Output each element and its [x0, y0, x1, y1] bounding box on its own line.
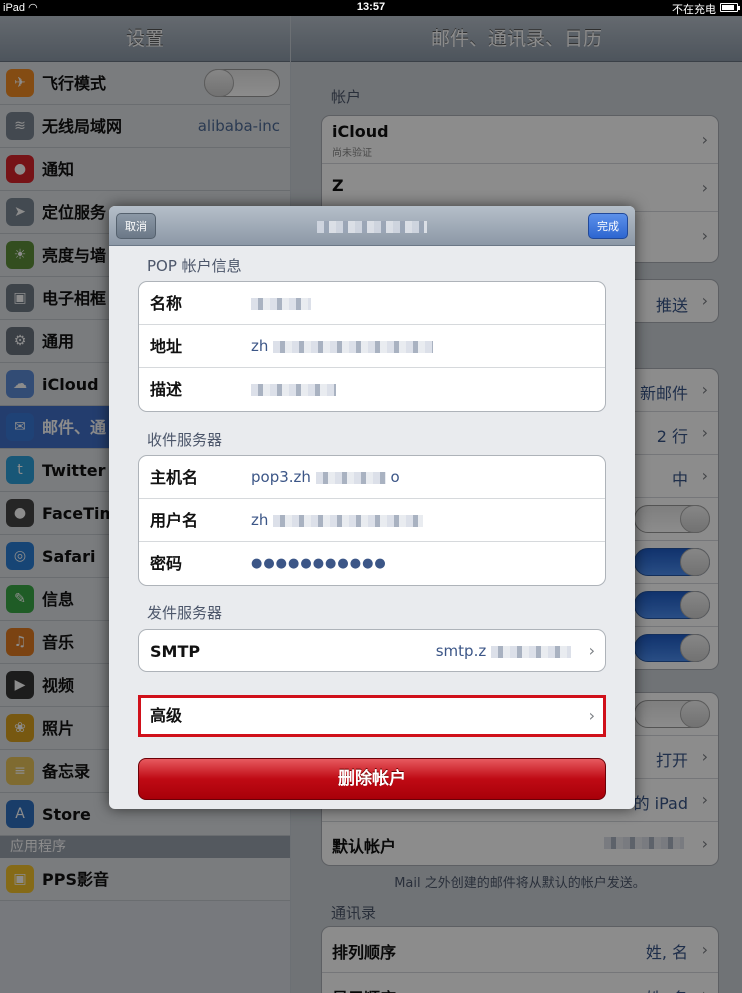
ipad-screen: iPad ◠ 13:57 不在充电 设置 ✈ 飞行模式 ≋ 无线局域网 alibaba-… — [0, 0, 742, 993]
pop-account-group: 名称 地址 zh 描述 — [138, 281, 606, 412]
smtp-label: SMTP — [150, 642, 201, 661]
username-label: 用户名 — [150, 511, 199, 530]
pop-account-header: POP 帐户信息 — [147, 257, 242, 275]
redacted-title — [317, 220, 427, 233]
host-field[interactable]: pop3.zh o — [251, 456, 400, 499]
redacted-value — [273, 340, 434, 353]
redacted-value — [315, 471, 386, 484]
address-value: zh — [251, 337, 269, 355]
incoming-server-header: 收件服务器 — [147, 431, 223, 449]
redacted-value — [251, 383, 336, 396]
delete-account-button[interactable]: 删除帐户 — [138, 758, 606, 800]
smtp-row[interactable]: SMTP smtp.z › — [138, 629, 606, 672]
host-suffix: o — [390, 468, 400, 486]
done-button[interactable]: 完成 — [588, 213, 628, 239]
address-row[interactable]: 地址 zh — [139, 325, 605, 368]
smtp-value: smtp.z — [435, 642, 487, 660]
address-field[interactable]: zh — [251, 325, 434, 368]
redacted-value — [491, 645, 571, 658]
host-value: pop3.zh — [251, 468, 311, 486]
pop-account-modal: 取消 完成 POP 帐户信息 名称 地址 zh 描述 收件服务器 主机名 pop… — [109, 206, 635, 809]
name-row[interactable]: 名称 — [139, 282, 605, 325]
incoming-server-group: 主机名 pop3.zh o 用户名 zh 密码 ●●●●●●●●●●● — [138, 455, 606, 586]
username-value: zh — [251, 511, 269, 529]
smtp-value-wrap: smtp.z — [435, 630, 571, 671]
description-row[interactable]: 描述 — [139, 368, 605, 411]
clock: 13:57 — [356, 1, 386, 13]
description-label: 描述 — [150, 380, 183, 399]
host-row[interactable]: 主机名 pop3.zh o — [139, 456, 605, 499]
password-label: 密码 — [150, 554, 183, 573]
username-field[interactable]: zh — [251, 499, 424, 542]
host-label: 主机名 — [150, 468, 199, 487]
username-row[interactable]: 用户名 zh — [139, 499, 605, 542]
charging-status: 不在充电 — [672, 4, 716, 16]
redacted-value — [251, 297, 311, 310]
password-row[interactable]: 密码 ●●●●●●●●●●● — [139, 542, 605, 585]
description-field[interactable] — [251, 368, 336, 411]
advanced-row[interactable]: 高级 › — [138, 695, 606, 737]
name-field[interactable] — [251, 282, 311, 325]
modal-navbar: 取消 完成 — [109, 206, 635, 246]
modal-title — [109, 206, 635, 246]
status-bar: iPad ◠ 13:57 不在充电 — [0, 0, 742, 16]
name-label: 名称 — [150, 294, 183, 313]
password-field[interactable]: ●●●●●●●●●●● — [251, 542, 387, 585]
redacted-value — [273, 514, 424, 527]
battery-icon — [720, 3, 740, 12]
outgoing-server-header: 发件服务器 — [147, 604, 223, 622]
address-label: 地址 — [150, 337, 183, 356]
advanced-label: 高级 — [150, 706, 183, 725]
chevron-right-icon: › — [588, 640, 595, 660]
chevron-right-icon: › — [588, 706, 595, 725]
